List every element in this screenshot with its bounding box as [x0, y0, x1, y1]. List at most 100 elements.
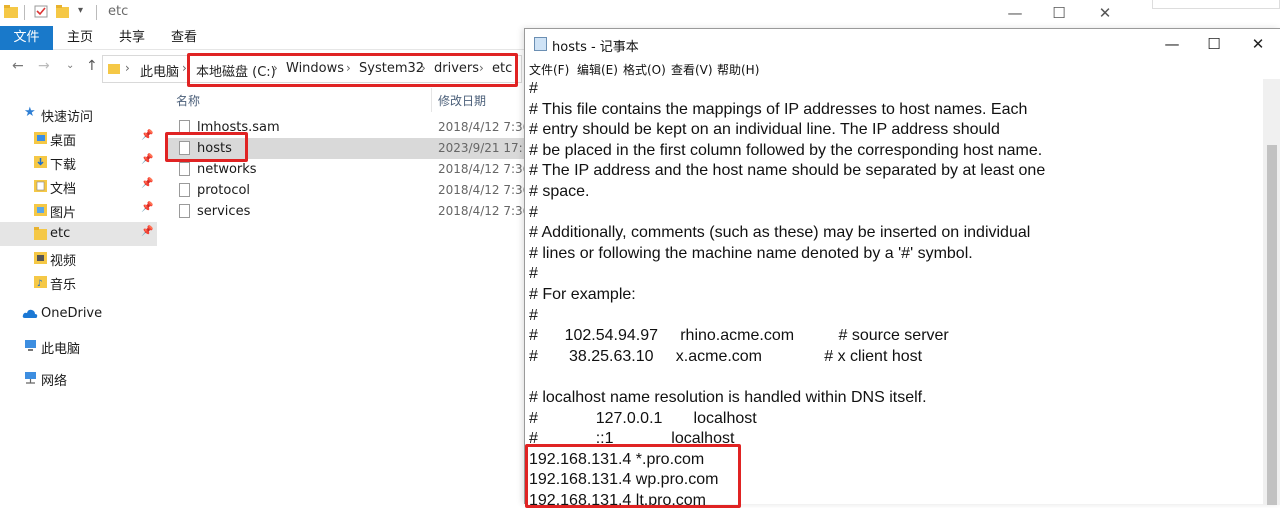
- tab-file[interactable]: 文件: [0, 26, 53, 50]
- network-icon: [25, 372, 36, 384]
- file-row[interactable]: protocol 2018/4/12 7:36: [165, 180, 531, 201]
- tab-home[interactable]: 主页: [58, 26, 102, 50]
- menu-edit[interactable]: 编辑(E): [577, 61, 618, 78]
- sidebar-item-label: 视频: [50, 254, 77, 269]
- notepad-title: hosts - 记事本: [552, 40, 639, 55]
- star-icon: ★: [24, 105, 36, 120]
- menu-format[interactable]: 格式(O): [623, 61, 666, 78]
- file-modified: 2018/4/12 7:36: [438, 120, 531, 134]
- text-line: #: [529, 80, 538, 97]
- text-line: # entry should be kept on an individual …: [529, 121, 1000, 139]
- column-header-modified[interactable]: 修改日期: [438, 92, 486, 109]
- notepad-text-area[interactable]: # # This file contains the mappings of IP…: [529, 79, 1259, 505]
- folder-icon: [34, 227, 47, 240]
- tab-view[interactable]: 查看: [162, 26, 206, 50]
- file-name: networks: [197, 162, 257, 177]
- text-line: #: [529, 265, 538, 283]
- sidebar-item-documents[interactable]: 文档 📌: [0, 174, 157, 198]
- sidebar-item-label: etc: [50, 226, 71, 241]
- separator: [96, 5, 97, 20]
- navigation-pane: ★ 快速访问 桌面 📌 下载 📌 文档 📌 图片 📌 etc 📌 视频 ♪ 音乐…: [0, 92, 157, 504]
- computer-icon: [25, 340, 36, 351]
- text-line: # be placed in the first column followed…: [529, 141, 1043, 159]
- sidebar-item-onedrive[interactable]: OneDrive: [0, 302, 157, 326]
- back-arrow-icon[interactable]: ←: [12, 58, 24, 74]
- folder-icon: [108, 64, 120, 74]
- sidebar-item-pictures[interactable]: 图片 📌: [0, 198, 157, 222]
- svg-text:♪: ♪: [37, 279, 43, 288]
- file-modified: 2018/4/12 7:36: [438, 183, 531, 197]
- sidebar-item-label: OneDrive: [41, 306, 103, 321]
- forward-arrow-icon[interactable]: →: [38, 58, 50, 74]
- sidebar-item-label: 文档: [50, 182, 77, 197]
- sidebar-item-music[interactable]: ♪ 音乐: [0, 270, 157, 294]
- notepad-menubar: 文件(F) 编辑(E) 格式(O) 查看(V) 帮助(H): [525, 59, 1280, 79]
- download-folder-icon: [34, 156, 47, 168]
- minimize-button[interactable]: —: [1149, 29, 1195, 59]
- folder-icon: [4, 5, 18, 18]
- sidebar-item-desktop[interactable]: 桌面 📌: [0, 126, 157, 150]
- close-button[interactable]: ✕: [1235, 29, 1280, 59]
- text-line: #: [529, 306, 538, 324]
- properties-check-icon[interactable]: [34, 5, 48, 18]
- text-line: # The IP address and the host name shoul…: [529, 162, 1046, 180]
- maximize-button[interactable]: ☐: [1191, 29, 1237, 59]
- file-modified: 2018/4/12 7:36: [438, 204, 531, 218]
- address-highlight-box: [187, 53, 518, 87]
- sidebar-item-label: 网络: [41, 374, 68, 389]
- customize-dropdown-icon[interactable]: ▾: [78, 5, 83, 16]
- menu-help[interactable]: 帮助(H): [717, 61, 759, 78]
- sidebar-item-label: 下载: [50, 158, 77, 173]
- pin-icon[interactable]: 📌: [141, 130, 153, 141]
- text-line: # This file contains the mappings of IP …: [529, 100, 1028, 118]
- scrollbar-thumb[interactable]: [1267, 145, 1277, 505]
- file-row[interactable]: networks 2018/4/12 7:36: [165, 159, 531, 180]
- music-folder-icon: ♪: [34, 276, 47, 288]
- file-row[interactable]: services 2018/4/12 7:36: [165, 201, 531, 222]
- sidebar-item-network[interactable]: 网络: [0, 366, 157, 390]
- sidebar-item-this-pc[interactable]: 此电脑: [0, 334, 157, 358]
- notepad-window: hosts - 记事本 — ☐ ✕ 文件(F) 编辑(E) 格式(O) 查看(V…: [524, 28, 1280, 505]
- file-icon: [179, 204, 190, 218]
- hosts-file-highlight-box: [165, 132, 248, 162]
- text-line: # Additionally, comments (such as these)…: [529, 224, 1031, 242]
- menu-file[interactable]: 文件(F): [529, 61, 569, 78]
- sidebar-item-etc[interactable]: etc 📌: [0, 222, 157, 246]
- recent-chevron-icon[interactable]: ⌄: [66, 60, 74, 71]
- explorer-titlebar: ▾ etc — ☐ ✕: [0, 0, 1130, 26]
- breadcrumb-this-pc[interactable]: 此电脑: [140, 61, 179, 80]
- minimize-button[interactable]: —: [992, 0, 1038, 26]
- file-name: services: [197, 204, 251, 219]
- file-modified: 2018/4/12 7:36: [438, 162, 531, 176]
- sidebar-item-downloads[interactable]: 下载 📌: [0, 150, 157, 174]
- text-line: # space.: [529, 182, 590, 200]
- text-line: # localhost name resolution is handled w…: [529, 388, 927, 406]
- menu-view[interactable]: 查看(V): [671, 61, 713, 78]
- sidebar-item-videos[interactable]: 视频: [0, 246, 157, 270]
- file-modified: 2023/9/21 17:1: [438, 141, 531, 155]
- video-folder-icon: [34, 252, 47, 264]
- pictures-folder-icon: [34, 204, 47, 216]
- sidebar-item-label: 此电脑: [41, 342, 81, 357]
- text-line: #: [529, 203, 538, 221]
- pin-icon[interactable]: 📌: [141, 202, 153, 213]
- cloud-icon: [22, 309, 38, 318]
- sidebar-item-label: 桌面: [50, 134, 77, 149]
- file-icon: [179, 183, 190, 197]
- pin-icon[interactable]: 📌: [141, 178, 153, 189]
- text-line: # 127.0.0.1 localhost: [529, 409, 757, 427]
- maximize-button[interactable]: ☐: [1036, 0, 1082, 26]
- column-header-name[interactable]: 名称: [176, 92, 200, 109]
- close-button[interactable]: ✕: [1082, 0, 1128, 26]
- text-line: [529, 367, 1259, 388]
- sidebar-item-quick-access[interactable]: ★ 快速访问: [0, 102, 157, 126]
- search-box-fragment: [1152, 0, 1280, 9]
- column-divider[interactable]: [431, 88, 432, 112]
- pin-icon[interactable]: 📌: [141, 226, 153, 237]
- pin-icon[interactable]: 📌: [141, 154, 153, 165]
- tab-share[interactable]: 共享: [110, 26, 154, 50]
- background-window-fragment: [1130, 0, 1280, 28]
- up-arrow-icon[interactable]: ↑: [86, 58, 98, 74]
- sidebar-item-label: 音乐: [50, 278, 77, 293]
- new-folder-icon[interactable]: [56, 5, 70, 18]
